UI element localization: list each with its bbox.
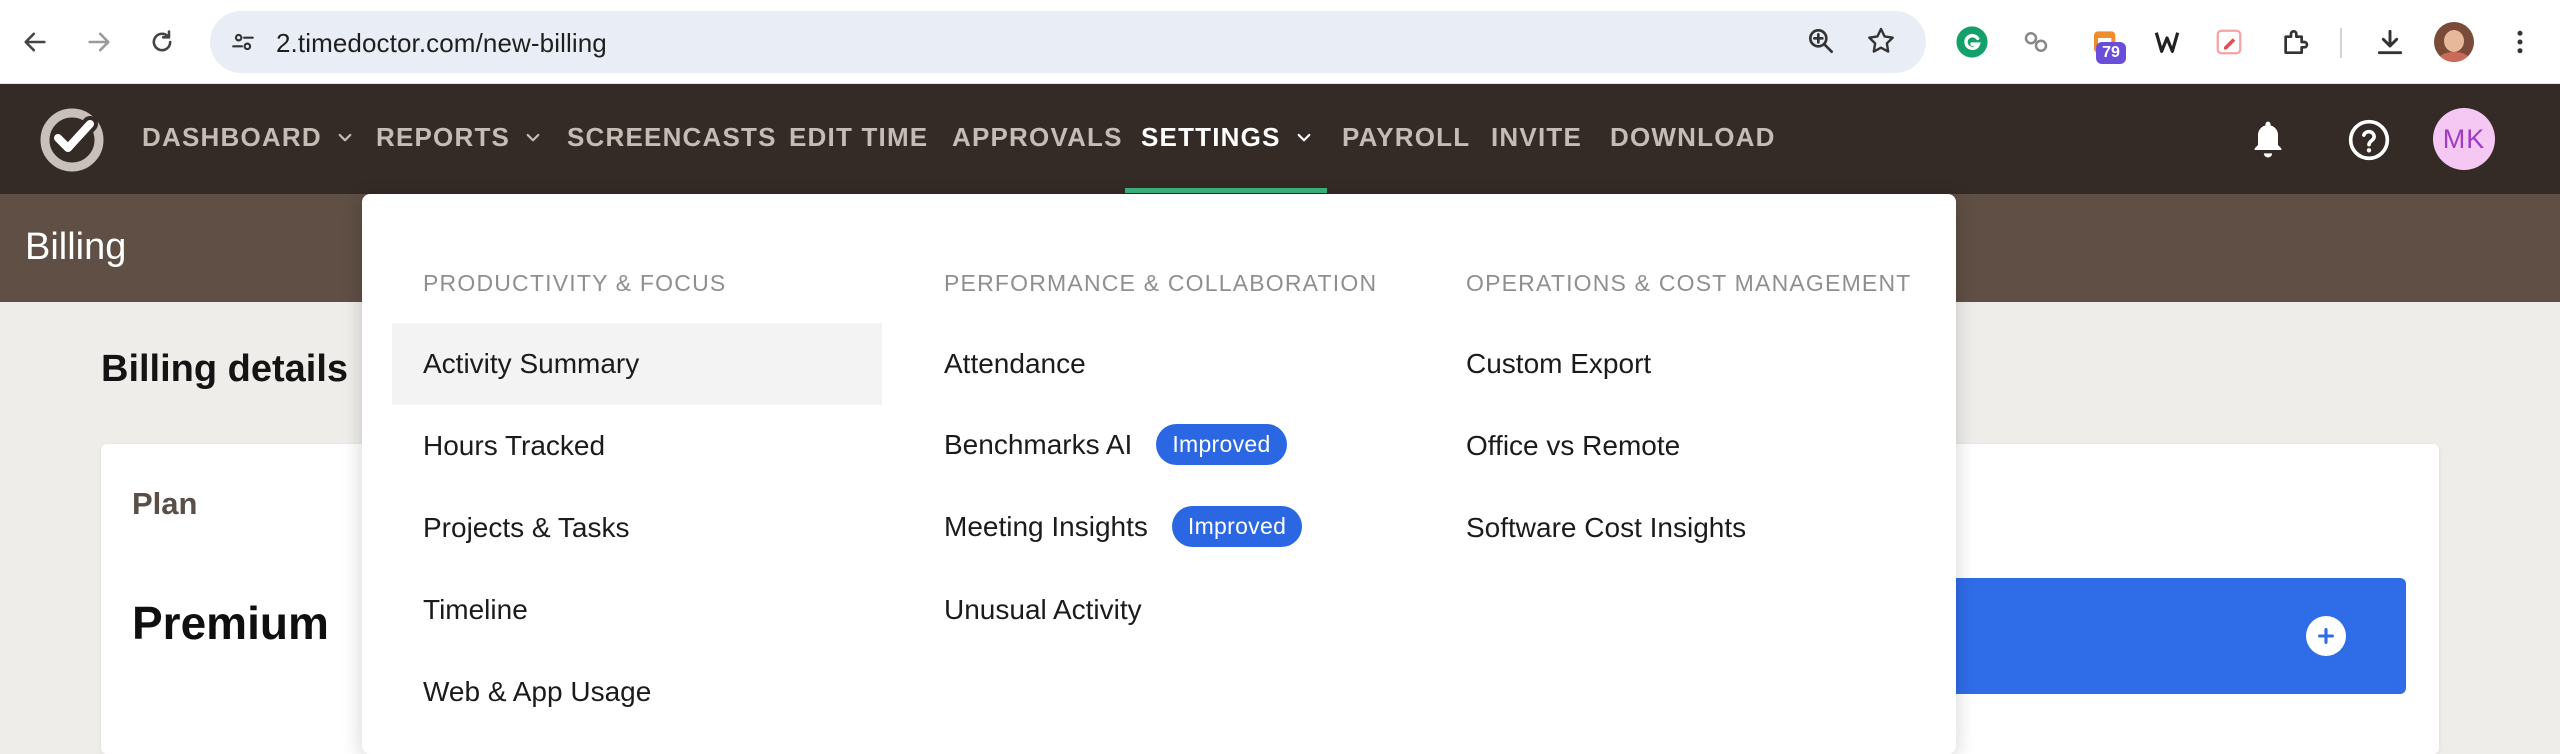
toolbar-divider (2340, 28, 2342, 58)
improved-badge: Improved (1156, 424, 1287, 465)
menu-item-label: Web & App Usage (423, 676, 652, 707)
nav-settings[interactable]: SETTINGS (1141, 122, 1313, 153)
puzzle-icon[interactable] (2273, 20, 2317, 64)
menu-item-attendance[interactable]: Attendance (944, 348, 1086, 380)
plan-name: Premium (132, 597, 329, 649)
nav-dashboard-label: DASHBOARD (142, 122, 322, 152)
nav-edit-time-label: EDIT TIME (789, 122, 929, 152)
extension-badge-count: 79 (2096, 42, 2126, 64)
page-title: Billing (25, 226, 127, 268)
column-heading-operations: OPERATIONS & COST MANAGEMENT (1466, 270, 1912, 296)
nav-screencasts-label: SCREENCASTS (567, 122, 777, 152)
profile-avatar[interactable] (2434, 22, 2474, 62)
ticket-extension-icon[interactable] (2145, 20, 2189, 64)
nav-settings-label: SETTINGS (1141, 122, 1281, 152)
reload-icon[interactable] (140, 20, 184, 64)
menu-item-label: Benchmarks AI (944, 428, 1133, 460)
nav-screencasts[interactable]: SCREENCASTS (567, 122, 777, 153)
menu-item-label: Office vs Remote (1466, 430, 1681, 461)
nav-dashboard[interactable]: DASHBOARD (142, 122, 354, 153)
forward-icon[interactable] (77, 20, 121, 64)
menu-item-unusual-activity[interactable]: Unusual Activity (944, 594, 1142, 626)
browser-toolbar: 2.timedoctor.com/new-billing 79 (0, 0, 2560, 84)
download-icon[interactable] (2368, 20, 2412, 64)
menu-item-label: Activity Summary (423, 348, 640, 379)
menu-item-label: Timeline (423, 594, 528, 625)
active-tab-indicator (1125, 188, 1327, 193)
menu-item-office-vs-remote[interactable]: Office vs Remote (1466, 430, 1680, 462)
bell-icon[interactable] (2248, 118, 2288, 162)
column-heading-productivity: PRODUCTIVITY & FOCUS (423, 270, 727, 296)
menu-item-software-cost-insights[interactable]: Software Cost Insights (1466, 512, 1746, 544)
menu-item-projects-tasks[interactable]: Projects & Tasks (423, 512, 629, 544)
chevron-down-icon (338, 133, 352, 141)
menu-item-label: Projects & Tasks (423, 512, 630, 543)
plan-label: Plan (132, 486, 198, 521)
menu-item-hours-tracked[interactable]: Hours Tracked (423, 430, 605, 462)
nav-approvals-label: APPROVALS (952, 122, 1123, 152)
nav-edit-time[interactable]: EDIT TIME (789, 122, 928, 153)
menu-item-benchmarks-ai[interactable]: Benchmarks AI Improved (944, 424, 1287, 465)
chevron-down-icon (526, 133, 540, 141)
nav-payroll[interactable]: PAYROLL (1342, 122, 1470, 153)
url-text[interactable]: 2.timedoctor.com/new-billing (276, 28, 607, 59)
menu-item-activity-summary[interactable]: Activity Summary (392, 323, 882, 405)
improved-badge: Improved (1171, 506, 1303, 547)
pen-extension-icon[interactable] (2207, 20, 2251, 64)
timedoctor-logo-icon[interactable] (40, 108, 104, 172)
nav-approvals[interactable]: APPROVALS (952, 122, 1123, 153)
grammarly-icon[interactable] (1950, 20, 1994, 64)
user-avatar[interactable]: MK (2433, 108, 2495, 170)
menu-item-label: Software Cost Insights (1466, 512, 1747, 543)
zoom-icon[interactable] (1805, 25, 1837, 57)
nav-invite[interactable]: INVITE (1491, 122, 1582, 153)
menu-item-label: Attendance (944, 348, 1086, 379)
site-info-icon[interactable] (224, 23, 262, 61)
address-bar[interactable]: 2.timedoctor.com/new-billing (210, 11, 1926, 73)
column-heading-performance: PERFORMANCE & COLLABORATION (944, 270, 1378, 296)
menu-item-custom-export[interactable]: Custom Export (1466, 348, 1651, 380)
menu-item-label: Meeting Insights (944, 510, 1148, 542)
menu-item-timeline[interactable]: Timeline (423, 594, 528, 626)
menu-item-label: Custom Export (1466, 348, 1652, 379)
section-title: Billing details (101, 348, 349, 390)
menu-item-label: Hours Tracked (423, 430, 606, 461)
plus-circle-icon (2306, 616, 2346, 656)
nav-invite-label: INVITE (1491, 122, 1582, 152)
chevron-down-icon (1297, 133, 1310, 141)
add-plan-button[interactable] (1940, 578, 2406, 694)
nav-reports-label: REPORTS (376, 122, 511, 152)
star-icon[interactable] (1865, 25, 1897, 57)
menu-item-web-app-usage[interactable]: Web & App Usage (423, 676, 651, 708)
back-icon[interactable] (13, 20, 57, 64)
nav-download[interactable]: DOWNLOAD (1610, 122, 1776, 153)
kebab-menu-icon[interactable] (2498, 20, 2542, 64)
menu-item-meeting-insights[interactable]: Meeting Insights Improved (944, 506, 1303, 547)
nav-payroll-label: PAYROLL (1342, 122, 1471, 152)
link-extension-icon[interactable] (2014, 20, 2058, 64)
help-icon[interactable] (2347, 118, 2391, 162)
app-navbar: DASHBOARD REPORTS SCREENCASTS EDIT TIME … (0, 84, 2560, 194)
menu-item-label: Unusual Activity (944, 594, 1142, 625)
nav-reports[interactable]: REPORTS (376, 122, 542, 153)
nav-download-label: DOWNLOAD (1610, 122, 1776, 152)
